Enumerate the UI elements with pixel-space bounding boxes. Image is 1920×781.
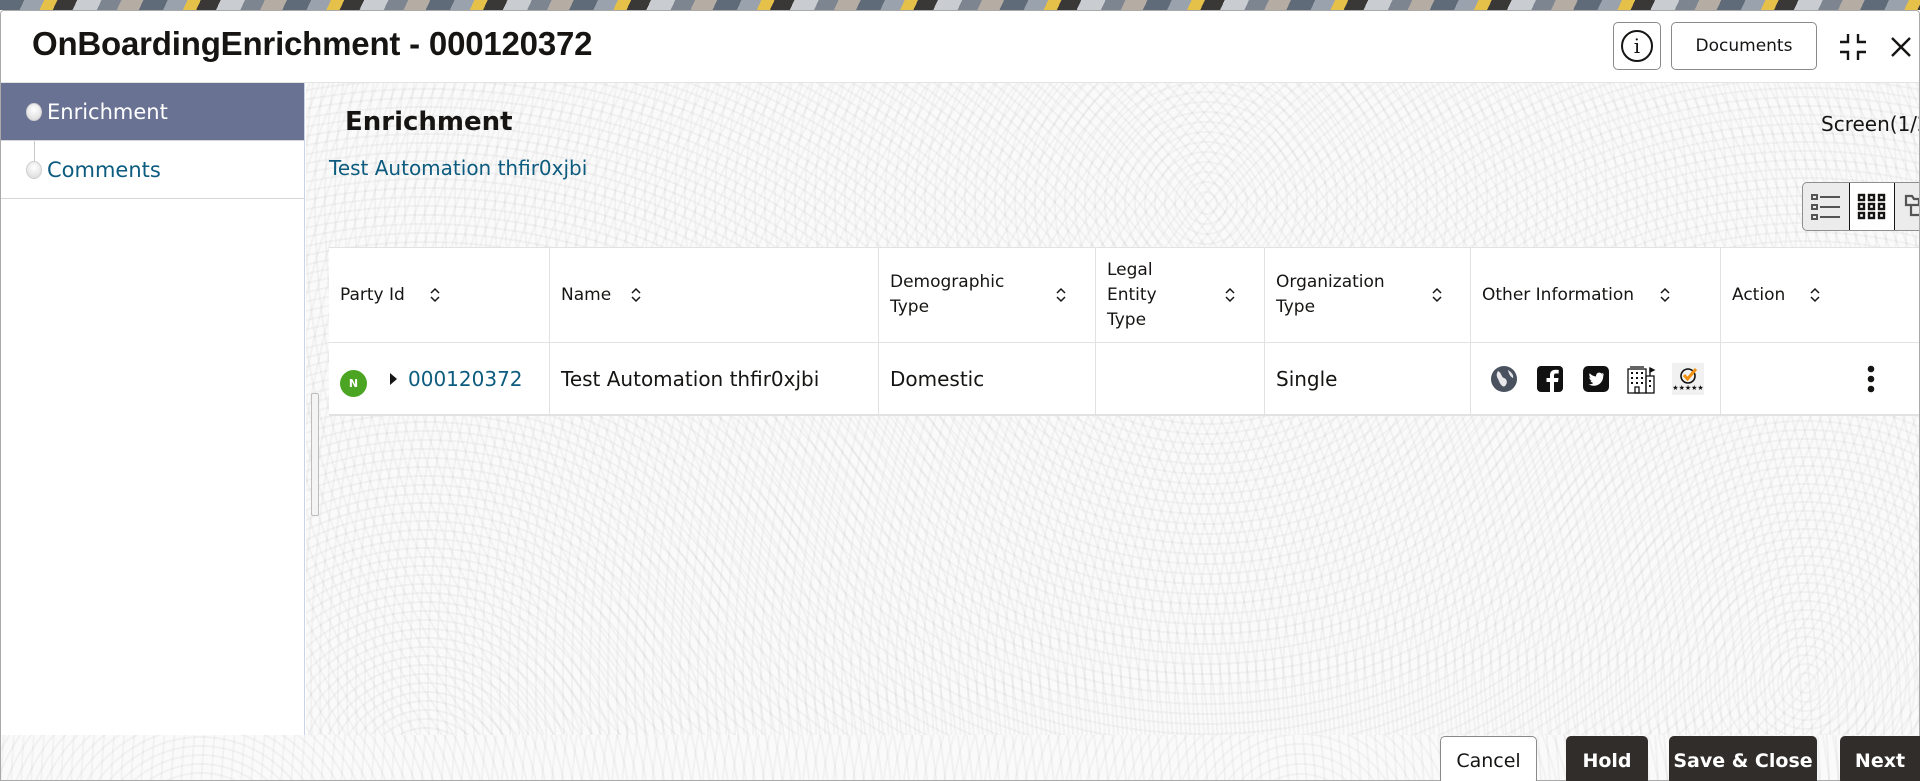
- cell-legal-entity-type: [1096, 343, 1265, 414]
- save-and-close-button[interactable]: Save & Close: [1669, 736, 1817, 781]
- cell-name: Test Automation thfir0xjbi: [550, 343, 879, 414]
- window-header: OnBoardingEnrichment - 000120372 i Docum…: [1, 11, 1919, 83]
- expand-arrow-icon[interactable]: [389, 372, 398, 386]
- kebab-menu-icon[interactable]: [1867, 365, 1875, 393]
- facebook-icon[interactable]: [1534, 363, 1566, 395]
- twitter-icon[interactable]: [1580, 363, 1612, 395]
- hold-button[interactable]: Hold: [1566, 736, 1648, 781]
- close-icon[interactable]: [1883, 29, 1919, 65]
- cell-demographic-type: Domestic: [879, 343, 1096, 414]
- party-id-link[interactable]: 000120372: [408, 367, 523, 391]
- cell-organization-type: Single: [1265, 343, 1471, 414]
- view-toggle: [1802, 182, 1919, 231]
- list-view-button[interactable]: [1803, 183, 1849, 230]
- sidebar-item-enrichment[interactable]: Enrichment: [1, 83, 304, 141]
- column-header-other-information[interactable]: Other Information: [1471, 248, 1721, 342]
- cell-party-id: N 000120372: [329, 343, 550, 414]
- main-content: Enrichment Screen(1/2 Test Automation th…: [306, 83, 1920, 735]
- onboarding-enrichment-window: OnBoardingEnrichment - 000120372 i Docum…: [0, 10, 1920, 781]
- sort-icon[interactable]: [429, 286, 441, 304]
- party-name-link[interactable]: Test Automation thfir0xjbi: [329, 156, 587, 180]
- documents-button[interactable]: Documents: [1671, 22, 1817, 70]
- tree-view-icon: [1904, 194, 1919, 216]
- party-table: Party Id Name Demographic Type Legal Entit…: [329, 247, 1919, 416]
- sidebar-item-label: Enrichment: [47, 99, 168, 124]
- sort-icon[interactable]: [1055, 286, 1067, 304]
- collapse-icon[interactable]: [1835, 29, 1871, 65]
- cell-other-information: ★★★★★: [1471, 343, 1721, 414]
- column-header-action[interactable]: Action: [1721, 248, 1919, 342]
- building-icon[interactable]: [1626, 363, 1658, 395]
- sort-icon[interactable]: [630, 286, 642, 304]
- grid-view-icon: [1857, 193, 1886, 219]
- table-row[interactable]: N 000120372 Test Automation thfir0xjbi D…: [329, 343, 1919, 414]
- decorative-banner: [0, 0, 1920, 10]
- next-button[interactable]: Next: [1840, 736, 1920, 781]
- sort-icon[interactable]: [1431, 286, 1443, 304]
- column-header-organization-type[interactable]: Organization Type: [1265, 248, 1471, 342]
- cell-action: [1721, 343, 1919, 414]
- sidebar-item-label: Comments: [47, 157, 161, 182]
- sort-icon[interactable]: [1659, 286, 1671, 304]
- grid-view-button[interactable]: [1848, 183, 1896, 230]
- sort-icon[interactable]: [1809, 286, 1821, 304]
- step-indicator-icon: [26, 102, 42, 121]
- info-circle-icon: i: [1621, 30, 1653, 62]
- rating-check-icon[interactable]: ★★★★★: [1672, 362, 1704, 395]
- step-indicator-icon: [26, 160, 42, 179]
- globe-icon[interactable]: [1488, 363, 1520, 395]
- svg-text:★★★★★: ★★★★★: [1672, 384, 1703, 392]
- tree-view-button[interactable]: [1895, 183, 1919, 230]
- section-title: Enrichment: [345, 107, 513, 137]
- screen-indicator: Screen(1/2: [1821, 112, 1920, 136]
- cancel-button[interactable]: Cancel: [1440, 736, 1537, 781]
- column-header-demographic-type[interactable]: Demographic Type: [879, 248, 1096, 342]
- sidebar-item-comments[interactable]: Comments: [1, 141, 304, 199]
- list-view-icon: [1810, 193, 1840, 220]
- column-header-name[interactable]: Name: [550, 248, 879, 342]
- sort-icon[interactable]: [1224, 286, 1236, 304]
- step-sidebar: Enrichment Comments: [1, 83, 305, 735]
- info-button[interactable]: i: [1613, 22, 1661, 70]
- column-header-legal-entity-type[interactable]: Legal Entity Type: [1096, 248, 1265, 342]
- vertical-scrollbar[interactable]: [311, 393, 319, 516]
- status-badge: N: [340, 370, 367, 397]
- column-header-party-id[interactable]: Party Id: [329, 248, 550, 342]
- window-title: OnBoardingEnrichment - 000120372: [32, 25, 593, 62]
- table-header-row: Party Id Name Demographic Type Legal Entit…: [329, 248, 1919, 343]
